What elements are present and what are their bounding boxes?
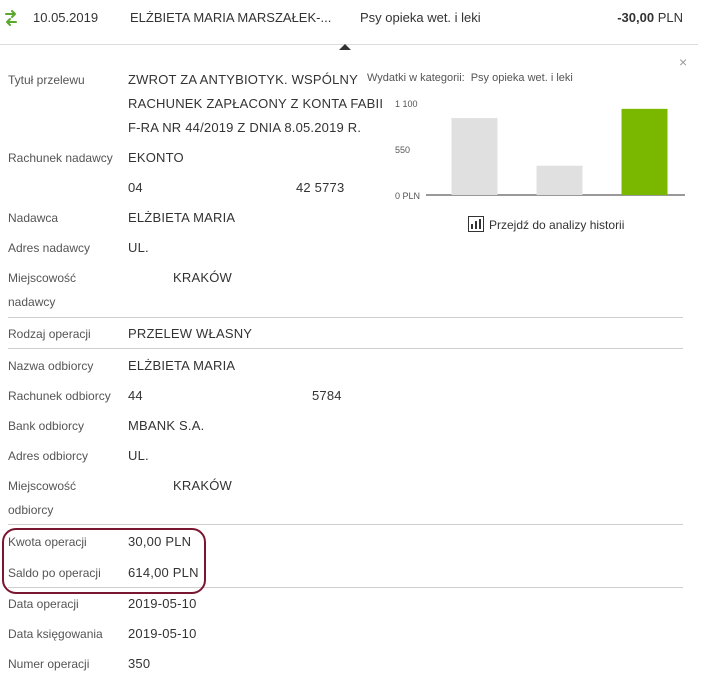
- operation-type-label: Rodzaj operacji: [8, 327, 91, 341]
- operation-number: 350: [128, 656, 151, 671]
- sender-address-label: Adres nadawcy: [8, 241, 91, 255]
- operation-type: PRZELEW WŁASNY: [128, 326, 253, 341]
- title-line-3: F-RA NR 44/2019 Z DNIA 8.05.2019 R.: [128, 120, 362, 135]
- recipient-city-label-1: Miejscowość: [8, 479, 77, 493]
- chart-title-category: Psy opieka wet. i leki: [470, 72, 573, 84]
- booking-date: 2019-05-10: [128, 626, 197, 641]
- sender-label: Nadawca: [8, 211, 59, 225]
- sender-city: KRAKÓW: [173, 270, 232, 285]
- recipient-city-label-2: odbiorcy: [8, 503, 54, 517]
- recipient-address-label: Adres odbiorcy: [8, 449, 89, 463]
- highlight-annotation: [2, 528, 206, 594]
- chart-bar[interactable]: [621, 108, 668, 195]
- recipient-account-end: 5784: [312, 388, 342, 403]
- chart-bar[interactable]: [536, 165, 583, 195]
- operation-date-label: Data operacji: [8, 597, 79, 611]
- sender-city-label-1: Miejscowość: [8, 271, 77, 285]
- title-line-1: ZWROT ZA ANTYBIOTYK. WSPÓLNY: [128, 72, 359, 87]
- recipient-city: KRAKÓW: [173, 478, 232, 493]
- divider: [8, 317, 683, 318]
- transfer-arrows-icon: [5, 10, 17, 26]
- bar-chart-icon: [468, 216, 484, 232]
- divider: [8, 524, 683, 525]
- chart-title-prefix: Wydatki w kategorii:: [367, 72, 465, 84]
- y-tick-label: 1 100: [395, 99, 418, 109]
- transaction-amount: -30,00 PLN: [617, 10, 683, 25]
- divider: [8, 348, 683, 349]
- sender-name: ELŻBIETA MARIA: [128, 210, 236, 225]
- recipient-address: UL.: [128, 448, 149, 463]
- recipient-name-label: Nazwa odbiorcy: [8, 359, 94, 373]
- transaction-date: 10.05.2019: [33, 10, 99, 25]
- title-label: Tytuł przelewu: [8, 73, 85, 87]
- sender-account-number-end: 42 5773: [296, 180, 345, 195]
- y-tick-label: 550: [395, 145, 410, 155]
- history-link-label: Przejdź do analizy historii: [489, 218, 625, 232]
- y-tick-label: 0 PLN: [395, 191, 420, 201]
- booking-date-label: Data księgowania: [8, 627, 103, 641]
- recipient-account-start: 44: [128, 388, 143, 403]
- close-icon[interactable]: ×: [679, 54, 687, 70]
- spending-chart[interactable]: 0 PLN 550 1 100: [395, 95, 690, 205]
- transaction-header[interactable]: 10.05.2019 ELŻBIETA MARIA MARSZAŁEK-... …: [0, 0, 698, 45]
- operation-number-label: Numer operacji: [8, 657, 90, 671]
- sender-account-number-start: 04: [128, 180, 143, 195]
- recipient-account-label: Rachunek odbiorcy: [8, 389, 111, 403]
- recipient-name: ELŻBIETA MARIA: [128, 358, 236, 373]
- sender-city-label-2: nadawcy: [8, 295, 56, 309]
- sender-account-name: EKONTO: [128, 150, 184, 165]
- transaction-payee: ELŻBIETA MARIA MARSZAŁEK-...: [130, 10, 332, 25]
- transaction-category: Psy opieka wet. i leki: [360, 10, 481, 25]
- sender-account-label: Rachunek nadawcy: [8, 151, 113, 165]
- chart-title: Wydatki w kategorii: Psy opieka wet. i le…: [367, 72, 573, 84]
- amount-currency: PLN: [657, 10, 683, 25]
- expand-caret-icon: [339, 44, 351, 50]
- title-line-2: RACHUNEK ZAPŁACONY Z KONTA FABII: [128, 96, 384, 111]
- recipient-bank: MBANK S.A.: [128, 418, 205, 433]
- amount-value: -30,00: [617, 10, 655, 25]
- history-analysis-link[interactable]: Przejdź do analizy historii: [468, 216, 624, 232]
- operation-date: 2019-05-10: [128, 596, 197, 611]
- chart-bar[interactable]: [451, 118, 498, 195]
- sender-address: UL.: [128, 240, 149, 255]
- recipient-bank-label: Bank odbiorcy: [8, 419, 85, 433]
